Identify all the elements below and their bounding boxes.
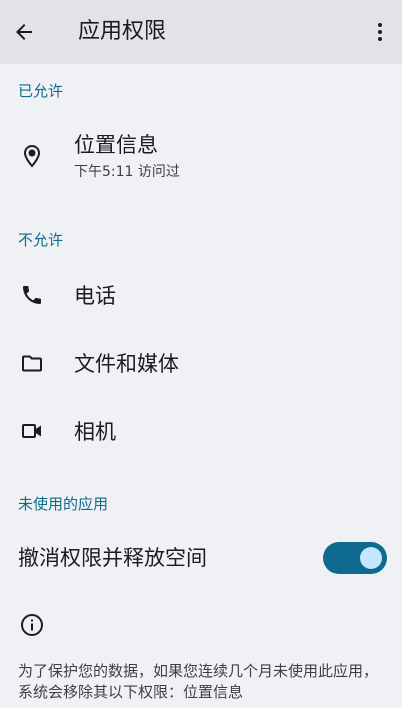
- permission-item-location[interactable]: 位置信息 下午5:11 访问过: [0, 120, 402, 192]
- videocam-icon: [18, 417, 46, 445]
- section-header-unused-apps: 未使用的应用: [18, 495, 109, 513]
- section-header-denied: 不允许: [18, 231, 64, 249]
- permission-label: 相机: [74, 420, 116, 444]
- more-options-button[interactable]: [366, 14, 394, 50]
- folder-icon: [18, 349, 46, 377]
- more-vert-icon: [378, 23, 382, 41]
- permission-item-files-media[interactable]: 文件和媒体: [0, 336, 402, 392]
- toggle-thumb: [360, 547, 382, 569]
- section-header-allowed: 已允许: [18, 82, 64, 100]
- permission-item-camera[interactable]: 相机: [0, 404, 402, 460]
- info-icon: [18, 611, 46, 639]
- permission-item-phone[interactable]: 电话: [0, 268, 402, 324]
- remove-permissions-label: 撤消权限并释放空间: [18, 546, 207, 570]
- remove-permissions-toggle[interactable]: [323, 542, 387, 574]
- location-icon: [18, 142, 46, 170]
- permission-label: 电话: [74, 284, 116, 308]
- permission-last-access: 下午5:11 访问过: [74, 164, 180, 180]
- arrow-back-icon: [16, 24, 32, 40]
- info-description: 为了保护您的数据，如果您连续几个月未使用此应用，系统会移除其以下权限：位置信息: [18, 662, 379, 701]
- page-title: 应用权限: [78, 19, 167, 44]
- permission-label: 文件和媒体: [74, 352, 179, 376]
- phone-icon: [18, 281, 46, 309]
- back-button[interactable]: [6, 14, 42, 50]
- top-app-bar: 应用权限: [0, 0, 402, 64]
- permission-label: 位置信息: [74, 133, 158, 157]
